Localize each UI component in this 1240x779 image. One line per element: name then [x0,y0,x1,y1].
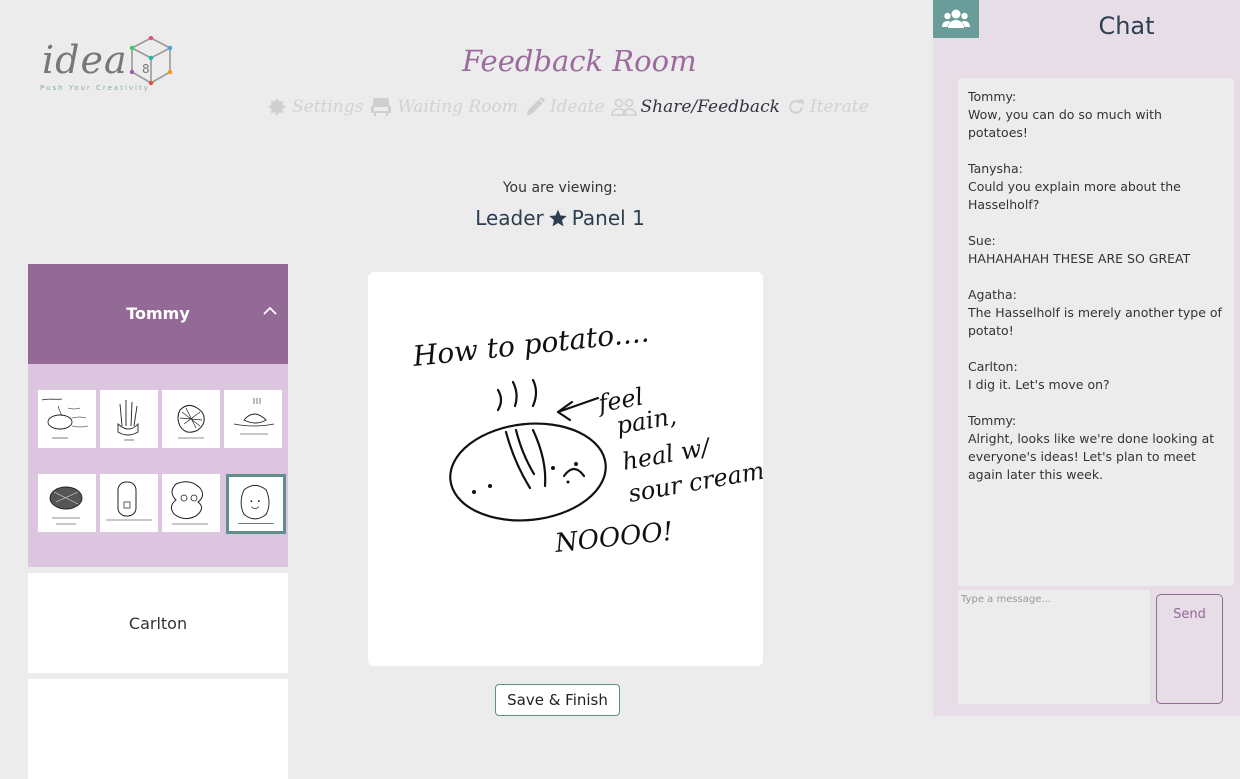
sketch-thumbnail-image [233,398,275,435]
chat-message-input[interactable] [958,590,1150,704]
sketch-thumbnail-image [177,405,205,439]
chat-users-toggle[interactable] [933,0,979,38]
chat-message-list: Tommy: Wow, you can do so much with pota… [958,78,1234,586]
sketch-text-line: How to potato.... [410,315,650,373]
chat-message: Carlton: I dig it. Let's move on? [968,358,1224,394]
sketch-thumbnail-image [41,398,89,439]
sketch-thumbnail-image [117,400,139,441]
chat-message-author: Sue: [968,233,996,248]
chat-message-text: The Hasselholf is merely another type of… [968,305,1222,338]
chair-icon [371,98,392,116]
chat-message-text: I dig it. Let's move on? [968,377,1110,392]
save-and-finish-button[interactable]: Save & Finish [495,684,620,716]
step-label: Share/Feedback [640,97,780,117]
thumbnail[interactable] [162,474,220,532]
participant-header[interactable] [28,679,288,779]
chat-message-text: Wow, you can do so much with potatoes! [968,107,1162,140]
viewing-label: You are viewing: [502,180,618,196]
refresh-icon [789,99,804,114]
logo-word: idea [42,38,128,82]
step-label: Ideate [549,97,605,117]
logo: idea 8 Push Your Creativity [40,34,180,96]
send-button[interactable]: Send [1156,594,1223,704]
chat-message: Tommy: Alright, looks like we're done lo… [968,412,1224,484]
sketch-drawing: How to potato.... feel pain, heal w/ sou… [410,315,766,559]
people-icon [610,98,637,116]
step-ideate[interactable]: Ideate [524,96,605,118]
viewing-target: Leader Panel 1 [380,206,740,230]
thumbnail[interactable] [100,390,158,448]
participant-header-carlton[interactable]: Carlton [28,573,288,673]
thumbnail[interactable] [224,390,282,448]
users-icon [942,9,970,28]
chat-message-author: Tommy: [968,89,1017,104]
step-waiting-room[interactable]: Waiting Room [369,95,518,119]
step-navigation: Settings Waiting Room Ideate Share/Feedb… [266,90,875,124]
chat-message-author: Tommy: [968,413,1017,428]
step-label: Iterate [809,97,869,117]
sketch-text-line: NOOOO! [553,517,675,559]
chat-message: Tanysha: Could you explain more about th… [968,160,1224,214]
panel-label: Panel 1 [571,206,645,230]
participant-header-tommy[interactable]: Tommy [28,264,288,364]
step-label: Waiting Room [397,97,518,117]
participant-name: Carlton [128,614,188,633]
logo-cube-icon: 8 [129,36,173,86]
chat-message: Tommy: Wow, you can do so much with pota… [968,88,1224,142]
page-title: Feedback Room [462,44,697,78]
thumbnail-selected[interactable] [226,474,286,534]
sketch-thumbnail-image [49,486,83,525]
chat-message: Sue: HAHAHAHAH THESE ARE SO GREAT [968,232,1224,268]
thumbnail[interactable] [38,390,96,448]
chat-message-author: Tanysha: [968,161,1023,176]
chat-message-text: HAHAHAHAH THESE ARE SO GREAT [968,251,1191,266]
chat-message-author: Agatha: [968,287,1017,302]
chat-message-text: Alright, looks like we're done looking a… [968,431,1215,482]
sketch-thumbnail-image [238,484,274,524]
chevron-up-icon[interactable] [262,305,278,317]
thumbnail[interactable] [162,390,220,448]
star-icon [549,209,567,227]
gear-icon [268,98,286,116]
step-label: Settings [292,97,364,117]
leader-label: Leader [475,206,544,230]
sketch-thumbnail-image [106,481,152,521]
thumbnail[interactable] [100,474,158,532]
main-area: idea 8 Push Your Creativity Feedback Roo… [0,0,933,779]
participant-name: Tommy [126,304,190,323]
chat-message-author: Carlton: [968,359,1018,374]
sketch-viewer: How to potato.... feel pain, heal w/ sou… [368,272,766,666]
pencil-icon [526,96,545,116]
chat-message: Agatha: The Hasselholf is merely another… [968,286,1224,340]
step-iterate[interactable]: Iterate [786,97,869,117]
thumbnail[interactable] [38,474,96,532]
chat-panel: Chat Tommy: Wow, you can do so much with… [933,0,1240,716]
step-share-feedback[interactable]: Share/Feedback [610,97,780,117]
step-settings[interactable]: Settings [266,96,363,118]
thumbnail-grid [28,364,288,567]
svg-text:8: 8 [142,62,150,76]
chat-message-text: Could you explain more about the Hasselh… [968,179,1181,212]
logo-tagline: Push Your Creativity [40,84,150,92]
chat-title: Chat [1098,12,1155,40]
sketch-thumbnail-image [170,481,208,525]
